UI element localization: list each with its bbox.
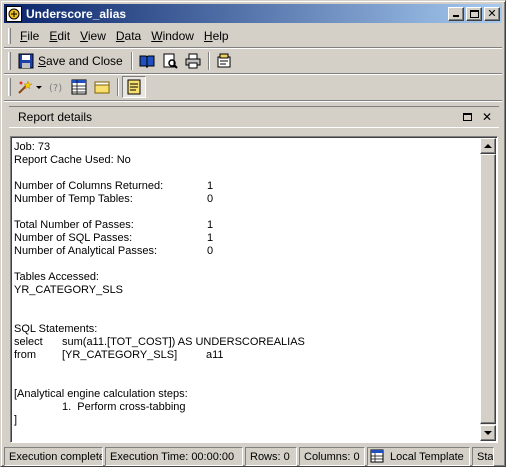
open-book-button[interactable]: [136, 50, 158, 72]
grid-icon: [71, 79, 87, 95]
analytical-passes-value: 0: [207, 245, 214, 257]
toolbar-grip[interactable]: [8, 52, 11, 70]
status-rows: Rows: 0: [245, 447, 297, 466]
sql-passes-value: 1: [207, 232, 214, 244]
menu-grip[interactable]: [8, 28, 11, 44]
report-details-button[interactable]: [122, 76, 146, 98]
menu-edit[interactable]: Edit: [44, 29, 75, 43]
pane-title: Report details: [18, 110, 93, 124]
menu-bar: File Edit View Data Window Help: [4, 26, 502, 46]
save-and-close-label: Save and Close: [38, 54, 123, 68]
engine-steps-label: [Analytical engine calculation steps:: [14, 388, 188, 400]
app-icon[interactable]: [6, 5, 22, 22]
scroll-down-button[interactable]: [480, 425, 496, 441]
print-preview-button[interactable]: [159, 50, 181, 72]
toolbar-grip[interactable]: [8, 78, 11, 96]
sql-from-alias: a11: [206, 349, 224, 361]
toolbar-separator: [117, 78, 119, 96]
sql-from-table: [YR_CATEGORY_SLS]: [62, 349, 178, 361]
status-exec-time: Execution Time: 00:00:00: [105, 447, 243, 466]
sql-select-keyword: select: [14, 336, 43, 348]
standard-toolbar: Save and Close: [4, 49, 236, 73]
menu-file[interactable]: File: [15, 29, 44, 43]
menu-window[interactable]: Window: [146, 29, 199, 43]
secondary-toolbar: (?): [4, 75, 147, 99]
arrow-up-icon: [484, 144, 492, 148]
question-icon: (?): [48, 79, 64, 95]
menu-help[interactable]: Help: [199, 29, 234, 43]
menu-data[interactable]: Data: [111, 29, 146, 43]
chevron-down-icon: [36, 85, 42, 89]
status-extra: Sta: [472, 447, 494, 466]
report-window: Underscore_alias ✕ File Edit View Data W…: [0, 0, 506, 467]
minimize-icon: [453, 14, 459, 17]
job-line: Job: 73: [14, 141, 51, 153]
floppy-disk-icon: [18, 53, 34, 69]
window-title: Underscore_alias: [26, 6, 127, 21]
svg-text:(?): (?): [49, 83, 62, 94]
toolbar-separator: [130, 52, 133, 70]
passes-value: 1: [207, 219, 214, 231]
template-icon: [370, 449, 386, 465]
status-template: Local Template: [367, 447, 470, 466]
close-icon: ✕: [481, 110, 493, 124]
sql-select-expression: sum(a11.[TOT_COST]) AS UNDERSCOREALIAS: [62, 336, 305, 348]
passes-label: Total Number of Passes:: [14, 219, 134, 231]
status-bar: Execution complete Execution Time: 00:00…: [4, 447, 504, 466]
report-details-icon: [126, 79, 142, 95]
pane-restore-button[interactable]: [459, 109, 475, 125]
pane-close-button[interactable]: ✕: [479, 109, 495, 125]
properties-button[interactable]: [213, 50, 235, 72]
print-button[interactable]: [182, 50, 204, 72]
columns-label: Number of Columns Returned:: [14, 180, 164, 192]
columns-value: 1: [207, 180, 214, 192]
temp-tables-label: Number of Temp Tables:: [14, 193, 133, 205]
temp-tables-value: 0: [207, 193, 214, 205]
book-icon: [139, 53, 155, 69]
sql-from-keyword: from: [14, 349, 36, 361]
maximize-button[interactable]: [466, 6, 482, 21]
wand-icon: [17, 79, 33, 95]
scroll-up-button[interactable]: [480, 138, 496, 154]
report-text: Job: 73 Report Cache Used: No Number of …: [14, 140, 479, 440]
status-state: Execution complete: [4, 447, 103, 466]
restore-icon: [462, 113, 472, 121]
cache-line: Report Cache Used: No: [14, 154, 131, 166]
engine-step: 1. Perform cross-tabbing: [62, 401, 186, 413]
toolbar-separator: [207, 52, 210, 70]
grid-view-button[interactable]: [68, 76, 90, 98]
report-details-header: Report details ✕: [9, 106, 499, 128]
save-and-close-button[interactable]: Save and Close: [14, 50, 127, 72]
arrow-down-icon: [484, 431, 492, 435]
divider: [4, 100, 502, 102]
status-columns: Columns: 0: [299, 447, 365, 466]
analytical-passes-label: Number of Analytical Passes:: [14, 245, 158, 257]
wizard-dropdown[interactable]: [34, 76, 44, 98]
report-details-textbox[interactable]: Job: 73 Report Cache Used: No Number of …: [10, 136, 498, 443]
table-name: YR_CATEGORY_SLS: [14, 284, 124, 296]
status-template-label: Local Template: [390, 450, 464, 463]
wizard-button[interactable]: [14, 76, 33, 98]
print-preview-icon: [162, 53, 178, 69]
tables-accessed-label: Tables Accessed:: [14, 271, 99, 283]
note-button[interactable]: [91, 76, 113, 98]
title-bar[interactable]: Underscore_alias ✕: [4, 4, 502, 23]
close-button[interactable]: ✕: [484, 6, 500, 21]
minimize-button[interactable]: [448, 6, 464, 21]
note-icon: [94, 79, 110, 95]
closing-bracket: ]: [14, 414, 18, 426]
printer-icon: [185, 53, 201, 69]
help-button[interactable]: (?): [45, 76, 67, 98]
sql-passes-label: Number of SQL Passes:: [14, 232, 133, 244]
properties-icon: [216, 53, 232, 69]
menu-view[interactable]: View: [75, 29, 111, 43]
sql-statements-label: SQL Statements:: [14, 323, 98, 335]
vertical-scrollbar[interactable]: [480, 138, 496, 441]
maximize-icon: [470, 9, 479, 18]
scroll-thumb[interactable]: [480, 154, 496, 424]
close-icon: ✕: [487, 6, 497, 20]
